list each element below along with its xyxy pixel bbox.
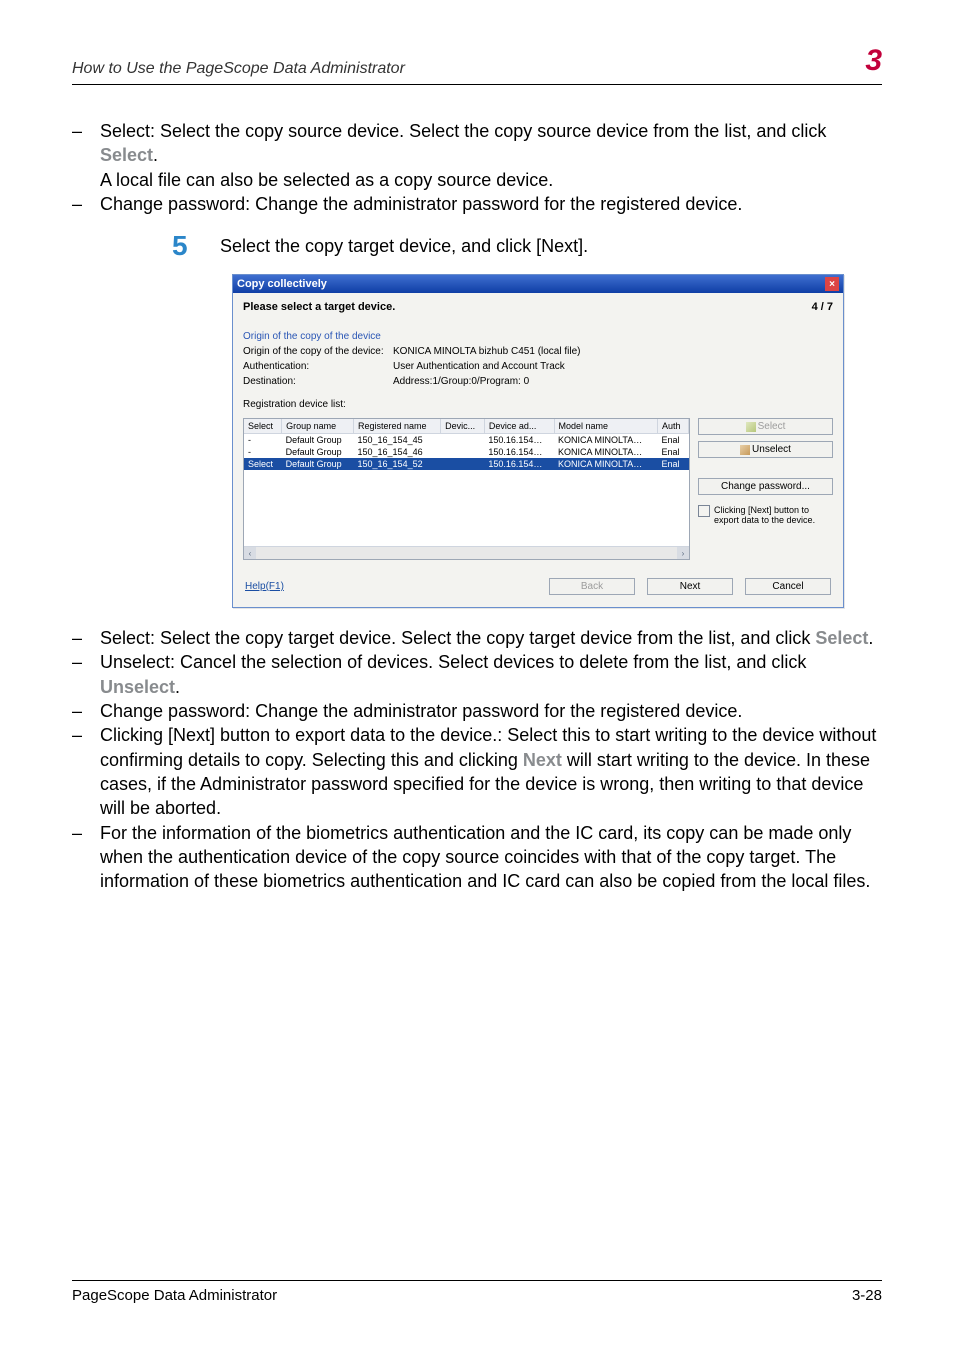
select-button[interactable]: Select xyxy=(698,418,833,435)
footer-left: PageScope Data Administrator xyxy=(72,1287,277,1304)
col-address[interactable]: Device ad... xyxy=(484,419,554,434)
cell: 150_16_154_46 xyxy=(354,446,441,458)
kv-origin-value: KONICA MINOLTA bizhub C451 (local file) xyxy=(393,346,833,357)
table-row[interactable]: - Default Group 150_16_154_45 150.16.154… xyxy=(244,434,689,447)
top-item-select: Select: Select the copy source device. S… xyxy=(72,119,882,192)
kv-dest-value: Address:1/Group:0/Program: 0 xyxy=(393,376,833,387)
horizontal-scrollbar[interactable]: ‹ › xyxy=(244,546,689,559)
cell: Enal xyxy=(658,434,689,447)
registration-list-label: Registration device list: xyxy=(243,399,833,410)
next-button[interactable]: Next xyxy=(647,578,733,595)
page-header-title: How to Use the PageScope Data Administra… xyxy=(72,60,405,78)
footer-right: 3-28 xyxy=(852,1287,882,1304)
cell: Default Group xyxy=(282,434,354,447)
back-button[interactable]: Back xyxy=(549,578,635,595)
cell: Default Group xyxy=(282,458,354,470)
dialog-step-counter: 4 / 7 xyxy=(812,301,833,313)
cell xyxy=(441,458,485,470)
bottom-item-next-export: Clicking [Next] button to export data to… xyxy=(72,723,882,820)
plus-cube-icon xyxy=(746,422,756,432)
bi2-b: . xyxy=(175,677,180,697)
select-button-label: Select xyxy=(758,421,786,432)
cell: 150.16.154… xyxy=(484,446,554,458)
cell: - xyxy=(244,434,282,447)
dialog-section-origin: Origin of the copy of the device xyxy=(243,331,833,342)
cell: KONICA MINOLTA… xyxy=(554,446,658,458)
unselect-button-label: Unselect xyxy=(752,444,791,455)
col-auth[interactable]: Auth xyxy=(658,419,689,434)
table-row-selected[interactable]: Select Default Group 150_16_154_52 150.1… xyxy=(244,458,689,470)
cell: KONICA MINOLTA… xyxy=(554,434,658,447)
bottom-item-select: Select: Select the copy target device. S… xyxy=(72,626,882,650)
col-select[interactable]: Select xyxy=(244,419,282,434)
cancel-button[interactable]: Cancel xyxy=(745,578,831,595)
kv-auth-key: Authentication: xyxy=(243,361,393,372)
cell: KONICA MINOLTA… xyxy=(554,458,658,470)
cell: 150.16.154… xyxy=(484,458,554,470)
bottom-item-unselect: Unselect: Cancel the selection of device… xyxy=(72,650,882,699)
dialog-subhead: Please select a target device. xyxy=(243,301,395,313)
table-row[interactable]: - Default Group 150_16_154_46 150.16.154… xyxy=(244,446,689,458)
bi4-k: Next xyxy=(523,750,562,770)
bi2-a: Unselect: Cancel the selection of device… xyxy=(100,652,806,672)
bi2-k: Unselect xyxy=(100,677,175,697)
close-icon[interactable]: × xyxy=(825,277,839,291)
cell: Default Group xyxy=(282,446,354,458)
col-device[interactable]: Devic... xyxy=(441,419,485,434)
dialog-title: Copy collectively xyxy=(237,278,327,290)
minus-cube-icon xyxy=(740,445,750,455)
top-item-select-text-b: . xyxy=(153,145,158,165)
unselect-button[interactable]: Unselect xyxy=(698,441,833,458)
bottom-item-biometrics: For the information of the biometrics au… xyxy=(72,821,882,894)
bi1-k: Select xyxy=(815,628,868,648)
bi1-a: Select: Select the copy target device. S… xyxy=(100,628,815,648)
change-password-button[interactable]: Change password... xyxy=(698,478,833,495)
cell: 150_16_154_52 xyxy=(354,458,441,470)
col-model[interactable]: Model name xyxy=(554,419,658,434)
copy-collectively-dialog: Copy collectively × Please select a targ… xyxy=(232,274,844,608)
col-registered[interactable]: Registered name xyxy=(354,419,441,434)
bi1-b: . xyxy=(868,628,873,648)
kv-origin-key: Origin of the copy of the device: xyxy=(243,346,393,357)
col-group[interactable]: Group name xyxy=(282,419,354,434)
top-item-select-text-a: Select: Select the copy source device. S… xyxy=(100,121,826,141)
cell: Enal xyxy=(658,446,689,458)
cell: 150.16.154… xyxy=(484,434,554,447)
top-item-select-sub: A local file can also be selected as a c… xyxy=(100,168,882,192)
cell: - xyxy=(244,446,282,458)
kv-auth-value: User Authentication and Account Track xyxy=(393,361,833,372)
device-table: Select Group name Registered name Devic.… xyxy=(244,419,689,470)
step-number: 5 xyxy=(172,232,212,260)
cell: 150_16_154_45 xyxy=(354,434,441,447)
scroll-left-icon[interactable]: ‹ xyxy=(244,547,256,559)
bottom-item-change-password: Change password: Change the administrato… xyxy=(72,699,882,723)
kv-dest-key: Destination: xyxy=(243,376,393,387)
export-next-label: Clicking [Next] button to export data to… xyxy=(714,505,833,525)
step-text: Select the copy target device, and click… xyxy=(220,234,588,258)
cell: Enal xyxy=(658,458,689,470)
cell: Select xyxy=(244,458,282,470)
scroll-right-icon[interactable]: › xyxy=(677,547,689,559)
device-table-scroll[interactable]: Select Group name Registered name Devic.… xyxy=(243,418,690,560)
export-next-checkbox[interactable] xyxy=(698,505,710,517)
help-link[interactable]: Help(F1) xyxy=(245,581,284,592)
cell xyxy=(441,434,485,447)
top-item-change-password: Change password: Change the administrato… xyxy=(72,192,882,216)
top-item-select-keyword: Select xyxy=(100,145,153,165)
cell xyxy=(441,446,485,458)
chapter-number: 3 xyxy=(865,44,882,78)
